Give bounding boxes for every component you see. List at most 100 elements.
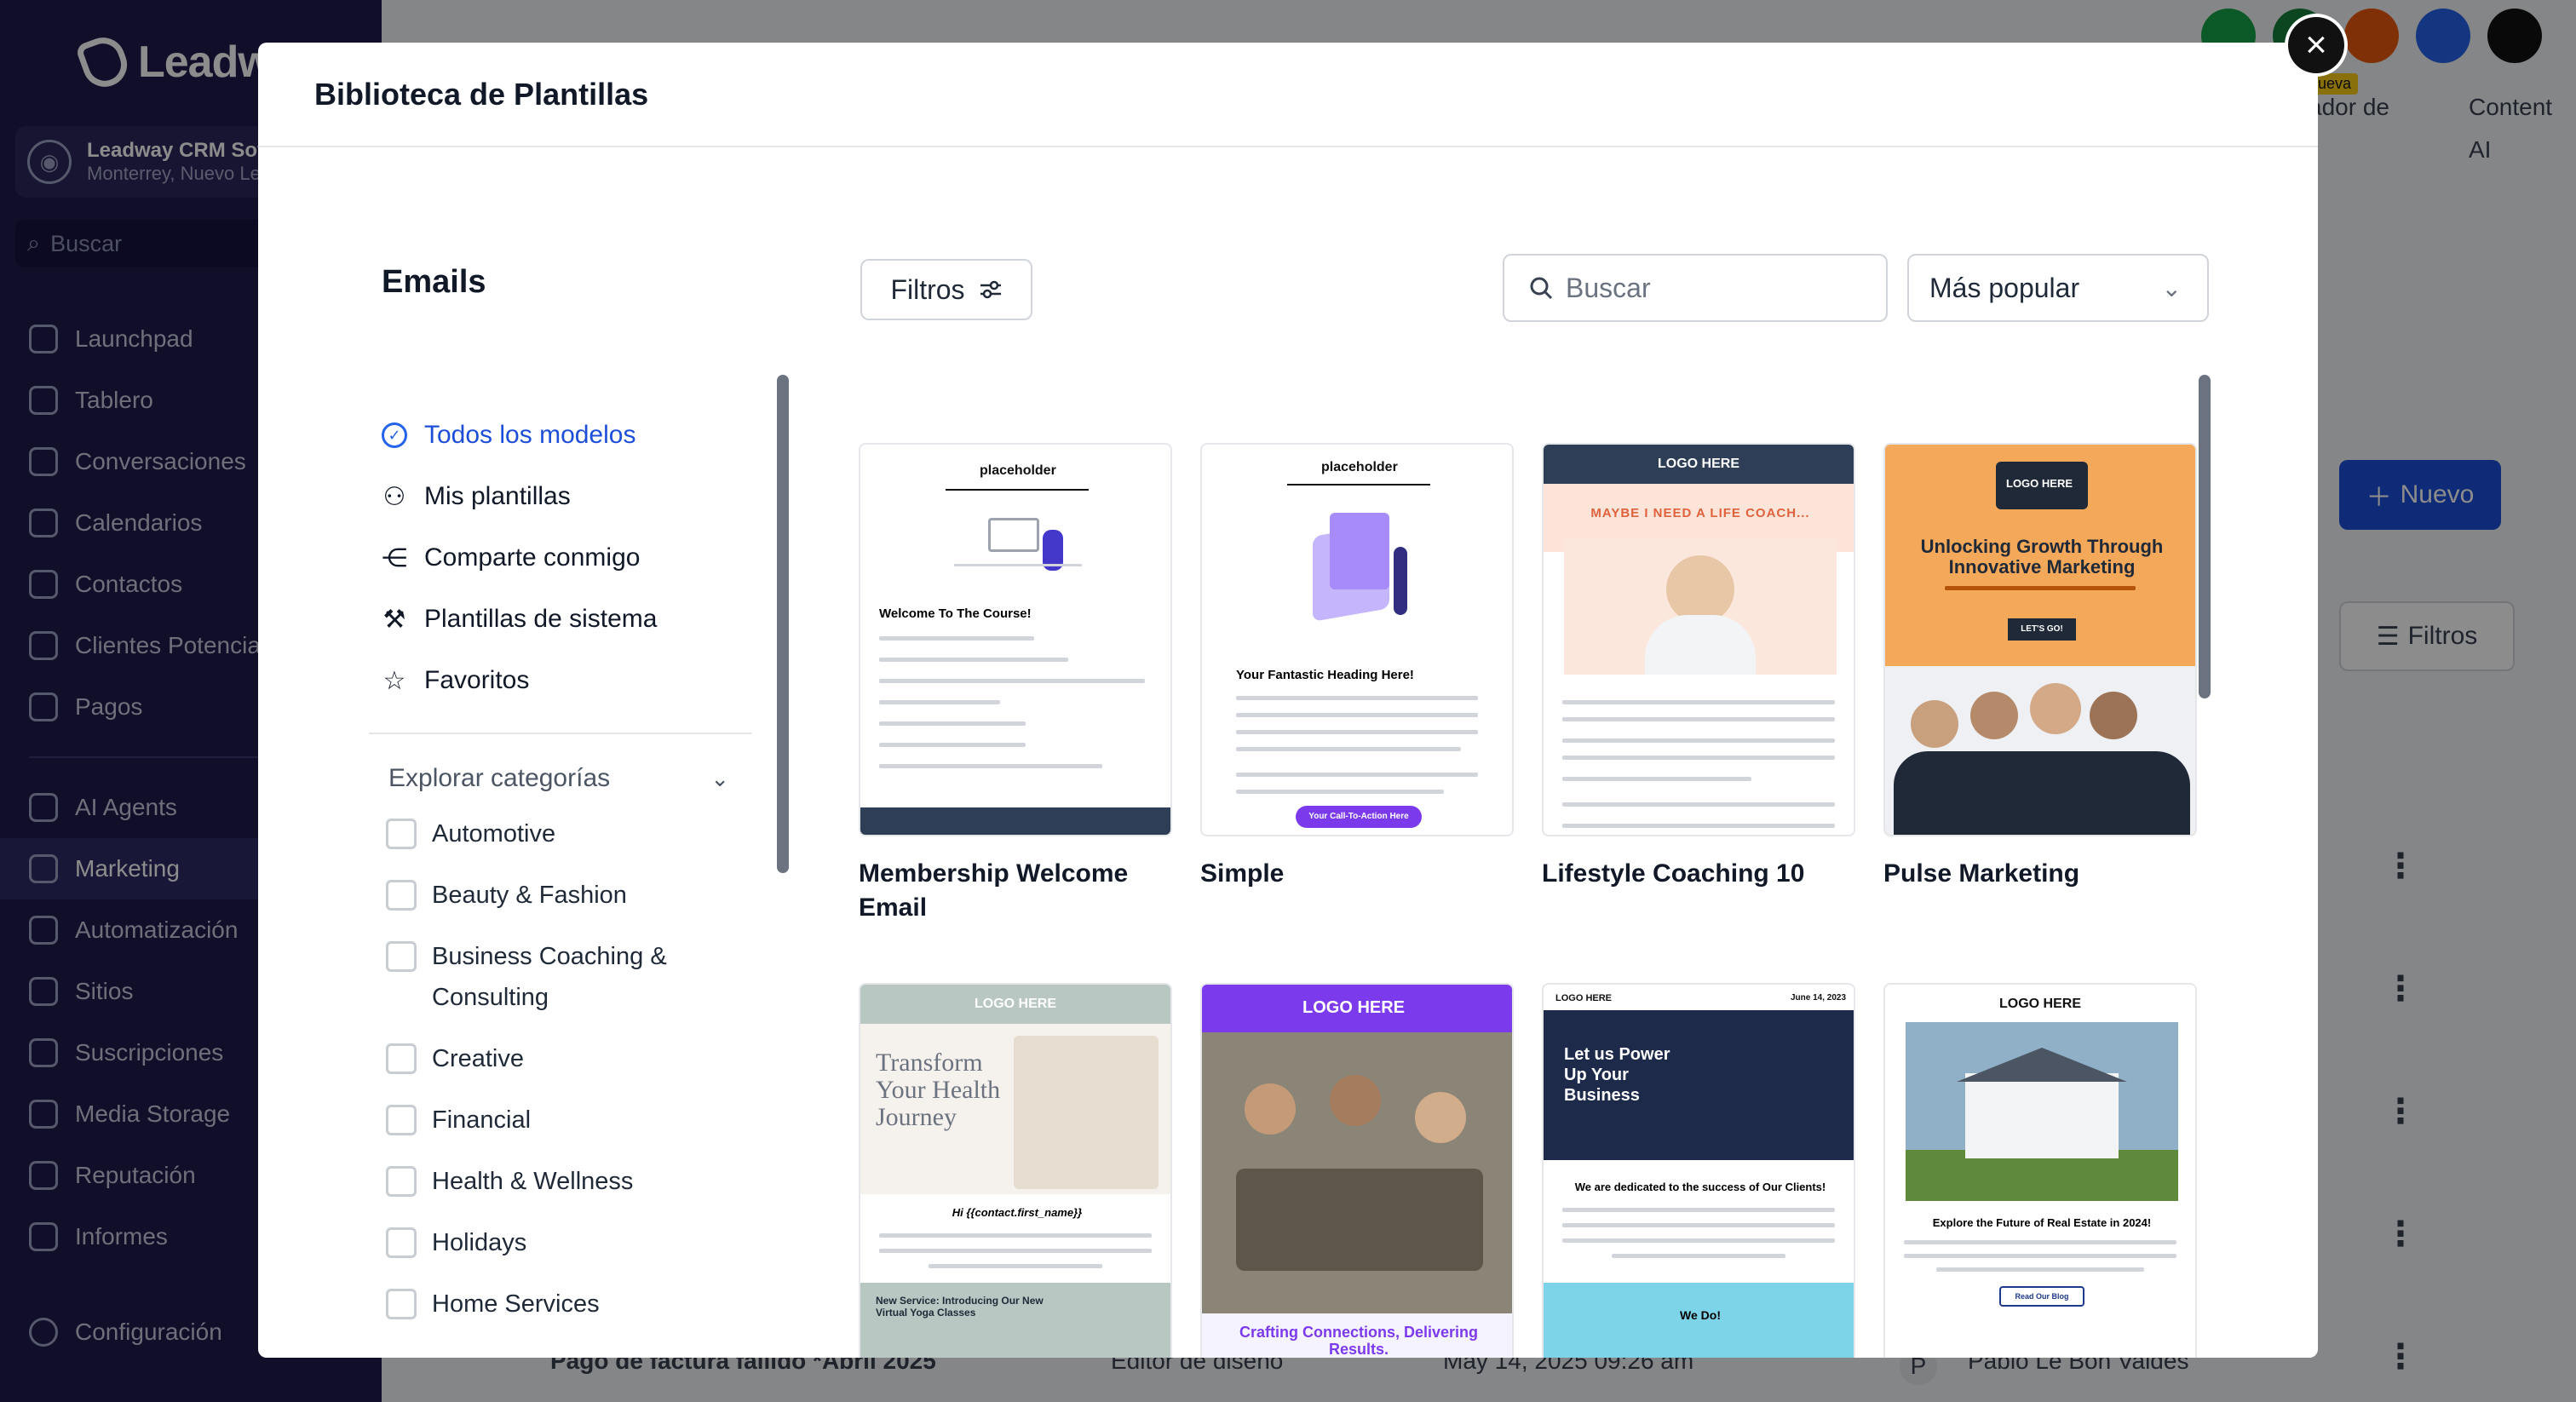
house-photo bbox=[1906, 1022, 2178, 1201]
thumb-heading: Unlocking Growth Through Innovative Mark… bbox=[1920, 536, 2164, 577]
category-item[interactable]: Automotive bbox=[386, 813, 744, 854]
category-item[interactable]: Health & Wellness bbox=[386, 1161, 744, 1202]
nav-label: Mis plantillas bbox=[424, 482, 571, 510]
thumb-heading: MAYBE I NEED A LIFE COACH... bbox=[1590, 506, 1810, 520]
template-thumbnail[interactable]: LOGO HERE MAYBE I NEED A LIFE COACH... bbox=[1542, 443, 1855, 836]
meeting-photo bbox=[1202, 1032, 1512, 1313]
nav-comparte-conmigo[interactable]: ⋲ Comparte conmigo bbox=[382, 527, 765, 589]
template-card[interactable]: placeholder Welcome To The Course! Membe… bbox=[859, 443, 1172, 925]
thumb-logo: LOGO HERE bbox=[1302, 998, 1406, 1017]
thumb-logo: LOGO HERE bbox=[2006, 477, 2073, 490]
modal-header: Biblioteca de Plantillas bbox=[258, 43, 2318, 147]
template-card[interactable]: LOGO HERE June 14, 2023 Let us Power Up … bbox=[1542, 983, 1855, 1358]
category-label: Financial bbox=[432, 1106, 532, 1134]
category-checkbox[interactable] bbox=[386, 1166, 417, 1197]
category-label: Beauty & Fashion bbox=[432, 882, 627, 909]
close-modal-button[interactable]: × bbox=[2288, 17, 2344, 73]
chevron-down-icon: ⌄ bbox=[2161, 274, 2182, 302]
thumb-logo: LOGO HERE bbox=[975, 997, 1057, 1011]
template-card[interactable]: LOGO HERE Crafting Connections, Deliveri… bbox=[1200, 983, 1514, 1358]
category-checkbox[interactable] bbox=[386, 819, 417, 849]
nav-label: Comparte conmigo bbox=[424, 543, 641, 572]
nav-label: Todos los modelos bbox=[424, 421, 636, 449]
template-card[interactable]: LOGO HERE MAYBE I NEED A LIFE COACH... L… bbox=[1542, 443, 1855, 891]
category-item[interactable]: Holidays bbox=[386, 1222, 744, 1263]
template-card[interactable]: LOGO HERE Unlocking Growth Through Innov… bbox=[1883, 443, 2197, 891]
yoga-photo bbox=[1014, 1036, 1159, 1189]
thumb-logo: LOGO HERE bbox=[1999, 997, 2082, 1011]
thumb-logo: LOGO HERE bbox=[1555, 993, 1613, 1003]
close-icon: × bbox=[2305, 24, 2327, 66]
category-item[interactable]: Creative bbox=[386, 1038, 744, 1079]
template-thumbnail[interactable]: LOGO HERE Unlocking Growth Through Innov… bbox=[1883, 443, 2197, 836]
category-item[interactable]: Home Services bbox=[386, 1284, 744, 1324]
template-grid-scrollbar[interactable] bbox=[2199, 375, 2211, 698]
nav-todos-los-modelos[interactable]: ✓ Todos los modelos bbox=[382, 405, 765, 466]
modal-title: Biblioteca de Plantillas bbox=[314, 76, 649, 112]
thumb-heading: Transform Your Health Journey bbox=[876, 1049, 1001, 1131]
thumb-cta: LET'S GO! bbox=[2008, 618, 2076, 641]
explore-categories-label: Explorar categorías bbox=[388, 764, 611, 792]
category-checkbox[interactable] bbox=[386, 1289, 417, 1319]
template-title[interactable]: Pulse Marketing bbox=[1883, 857, 2197, 891]
template-library-modal: Biblioteca de Plantillas Emails ✓ Todos l… bbox=[258, 43, 2318, 1358]
thumb-date: June 14, 2023 bbox=[1791, 993, 1847, 1003]
template-thumbnail[interactable]: LOGO HERE Explore the Future of Real Est… bbox=[1883, 983, 2197, 1358]
thumb-foot: We Do! bbox=[1680, 1308, 1721, 1322]
template-title[interactable]: Membership Welcome Email bbox=[859, 857, 1172, 925]
template-source-nav: ✓ Todos los modelos ⚇ Mis plantillas ⋲ Compar… bbox=[382, 405, 765, 711]
thumb-logo: placeholder bbox=[980, 463, 1056, 478]
star-icon: ☆ bbox=[382, 666, 406, 695]
sort-select-value: Más popular bbox=[1929, 272, 2080, 303]
nav-label: Plantillas de sistema bbox=[424, 605, 658, 633]
wrench-icon: ⚒ bbox=[382, 605, 406, 634]
illustration-icon bbox=[954, 513, 1082, 581]
template-thumbnail[interactable]: LOGO HERE Crafting Connections, Deliveri… bbox=[1200, 983, 1514, 1358]
category-label: Health & Wellness bbox=[432, 1168, 634, 1195]
template-search-input[interactable]: Buscar bbox=[1503, 254, 1888, 322]
template-thumbnail[interactable]: placeholder Your Fantastic Heading Here!… bbox=[1200, 443, 1514, 836]
nav-divider bbox=[369, 733, 752, 734]
category-checkbox[interactable] bbox=[386, 1105, 417, 1135]
search-icon bbox=[1530, 277, 1553, 300]
template-thumbnail[interactable]: placeholder Welcome To The Course! bbox=[859, 443, 1172, 836]
category-item[interactable]: Financial bbox=[386, 1100, 744, 1141]
share-icon: ⋲ bbox=[382, 543, 407, 572]
template-title[interactable]: Lifestyle Coaching 10 bbox=[1542, 857, 1855, 891]
nav-plantillas-de-sistema[interactable]: ⚒ Plantillas de sistema bbox=[382, 589, 765, 650]
category-item[interactable]: Beauty & Fashion bbox=[386, 875, 744, 916]
category-label: Automotive bbox=[432, 820, 556, 848]
template-thumbnail[interactable]: LOGO HERE June 14, 2023 Let us Power Up … bbox=[1542, 983, 1855, 1358]
template-card[interactable]: LOGO HERE Explore the Future of Real Est… bbox=[1883, 983, 2197, 1358]
category-label: Holidays bbox=[432, 1229, 527, 1256]
sort-select[interactable]: Más popular ⌄ bbox=[1907, 254, 2209, 322]
category-checkbox[interactable] bbox=[386, 1227, 417, 1258]
check-circle-icon: ✓ bbox=[382, 422, 407, 448]
template-card[interactable]: placeholder Your Fantastic Heading Here!… bbox=[1200, 443, 1514, 891]
category-checkbox[interactable] bbox=[386, 941, 417, 972]
category-checkbox[interactable] bbox=[386, 880, 417, 911]
chevron-down-icon: ⌄ bbox=[710, 765, 729, 791]
section-title: Emails bbox=[382, 264, 486, 300]
explore-categories-toggle[interactable]: Explorar categorías ⌄ bbox=[388, 760, 729, 797]
category-label: Creative bbox=[432, 1045, 524, 1072]
category-label: Home Services bbox=[432, 1290, 600, 1318]
nav-mis-plantillas[interactable]: ⚇ Mis plantillas bbox=[382, 466, 765, 527]
nav-favoritos[interactable]: ☆ Favoritos bbox=[382, 650, 765, 711]
thumb-foot: New Service: Introducing Our New Virtual… bbox=[876, 1295, 1044, 1319]
category-scrollbar[interactable] bbox=[777, 375, 789, 873]
thumb-heading: Let us Power Up Your Business bbox=[1564, 1045, 1670, 1105]
filters-button-label: Filtros bbox=[890, 273, 965, 305]
template-search-placeholder: Buscar bbox=[1566, 272, 1651, 303]
template-card[interactable]: LOGO HERE Transform Your Health Journey … bbox=[859, 983, 1172, 1358]
category-checkbox[interactable] bbox=[386, 1043, 417, 1074]
template-thumbnail[interactable]: LOGO HERE Transform Your Health Journey … bbox=[859, 983, 1172, 1358]
thumb-heading: Welcome To The Course! bbox=[879, 606, 1032, 621]
nav-label: Favoritos bbox=[424, 666, 530, 694]
filters-button[interactable]: Filtros bbox=[860, 259, 1032, 320]
category-item[interactable]: Business Coaching & Consulting bbox=[386, 936, 744, 1018]
template-title[interactable]: Simple bbox=[1200, 857, 1514, 891]
coach-photo bbox=[1564, 538, 1837, 675]
category-label: Business Coaching & Consulting bbox=[432, 943, 667, 1011]
sliders-icon bbox=[980, 280, 1001, 299]
